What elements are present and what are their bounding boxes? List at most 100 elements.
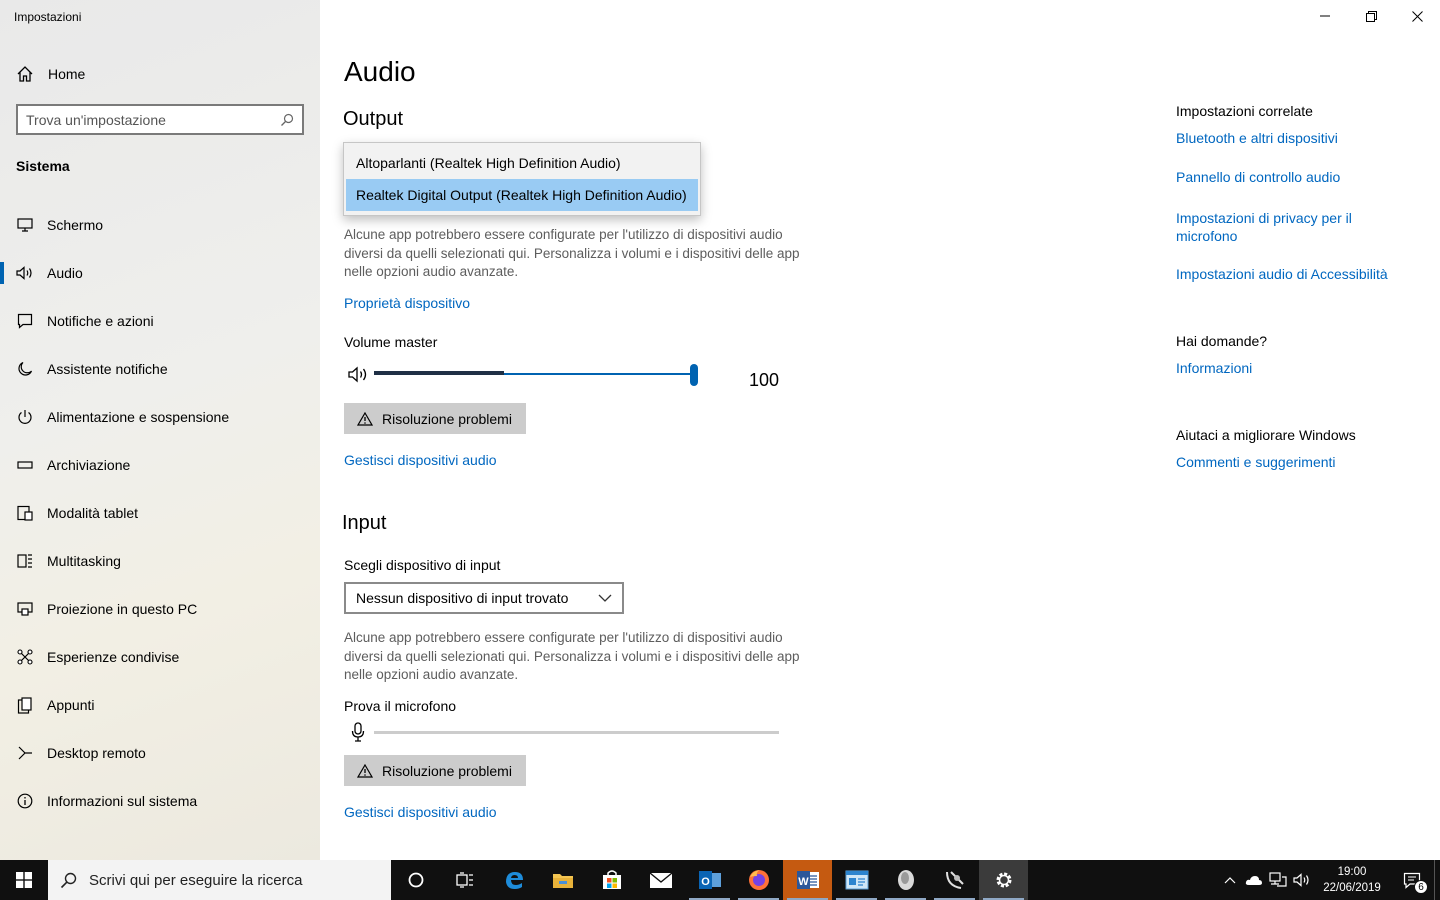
questions-heading: Hai domande? bbox=[1176, 333, 1268, 349]
warning-icon bbox=[357, 411, 373, 426]
sidebar-item-audio[interactable]: Audio bbox=[0, 249, 320, 297]
output-device-dropdown[interactable]: Altoparlanti (Realtek High Definition Au… bbox=[343, 142, 701, 216]
show-desktop-button[interactable] bbox=[1434, 860, 1440, 900]
sidebar-item-appunti[interactable]: Appunti bbox=[0, 681, 320, 729]
gear-icon bbox=[996, 872, 1011, 888]
start-button[interactable] bbox=[0, 860, 48, 900]
minimize-button[interactable] bbox=[1302, 0, 1348, 32]
windows-logo-icon bbox=[16, 872, 32, 888]
edge-icon bbox=[505, 872, 523, 889]
related-link-microphone-privacy[interactable]: Impostazioni di privacy per il microfono bbox=[1176, 209, 1376, 245]
sidebar-item-label: Appunti bbox=[47, 697, 95, 713]
microphone-level-meter bbox=[374, 731, 779, 734]
taskbar-edge[interactable] bbox=[489, 860, 538, 900]
taskbar-firefox[interactable] bbox=[734, 860, 783, 900]
input-troubleshoot-button[interactable]: Risoluzione problemi bbox=[344, 755, 526, 786]
sidebar-item-label: Multitasking bbox=[47, 553, 121, 569]
restore-button[interactable] bbox=[1348, 0, 1394, 32]
taskbar-app-satellite[interactable] bbox=[930, 860, 979, 900]
taskbar-word[interactable]: W bbox=[783, 860, 832, 900]
sidebar-item-esperienze-condivise[interactable]: Esperienze condivise bbox=[0, 633, 320, 681]
outlook-icon: O bbox=[698, 871, 721, 889]
troubleshoot-label: Risoluzione problemi bbox=[382, 762, 512, 779]
related-link-accessibility-audio[interactable]: Impostazioni audio di Accessibilità bbox=[1176, 266, 1416, 282]
sidebar-item-label: Assistente notifiche bbox=[47, 361, 168, 377]
section-label: Sistema bbox=[16, 158, 70, 174]
settings-search-input[interactable]: Trova un'impostazione bbox=[16, 104, 304, 135]
output-heading: Output bbox=[343, 108, 404, 130]
sidebar-item-multitasking[interactable]: Multitasking bbox=[0, 537, 320, 585]
remote-desktop-icon bbox=[16, 744, 34, 762]
sidebar-item-assistente-notifiche[interactable]: Assistente notifiche bbox=[0, 345, 320, 393]
taskbar-store[interactable] bbox=[587, 860, 636, 900]
taskbar-file-explorer[interactable] bbox=[538, 860, 587, 900]
sidebar-item-desktop-remoto[interactable]: Desktop remoto bbox=[0, 729, 320, 777]
moon-icon bbox=[16, 360, 34, 378]
chevron-up-icon bbox=[1224, 876, 1236, 883]
feedback-link[interactable]: Commenti e suggerimenti bbox=[1176, 454, 1336, 470]
search-icon bbox=[281, 113, 294, 126]
output-troubleshoot-button[interactable]: Risoluzione problemi bbox=[344, 403, 526, 434]
home-nav-item[interactable]: Home bbox=[16, 62, 85, 86]
satellite-icon bbox=[945, 871, 964, 889]
taskbar-search-box[interactable]: Scrivi qui per eseguire la ricerca bbox=[48, 860, 391, 900]
cloud-icon bbox=[1245, 875, 1262, 885]
speaker-icon bbox=[16, 264, 34, 282]
sidebar: Impostazioni Home Trova un'impostazione … bbox=[0, 0, 320, 860]
show-hidden-icons-button[interactable] bbox=[1218, 860, 1242, 900]
network-button[interactable] bbox=[1266, 860, 1290, 900]
related-link-audio-control-panel[interactable]: Pannello di controllo audio bbox=[1176, 169, 1416, 185]
shared-icon bbox=[16, 648, 34, 666]
output-option-selected[interactable]: Realtek Digital Output (Realtek High Def… bbox=[346, 179, 698, 211]
firefox-icon bbox=[748, 870, 769, 890]
sidebar-item-label: Notifiche e azioni bbox=[47, 313, 154, 329]
output-manage-devices-link[interactable]: Gestisci dispositivi audio bbox=[344, 452, 497, 468]
sidebar-item-informazioni[interactable]: Informazioni sul sistema bbox=[0, 777, 320, 825]
output-option[interactable]: Altoparlanti (Realtek High Definition Au… bbox=[346, 147, 698, 179]
task-view-button[interactable] bbox=[440, 860, 489, 900]
taskbar: Scrivi qui per eseguire la ricerca O W 1… bbox=[0, 860, 1440, 900]
warning-icon bbox=[357, 763, 373, 778]
input-device-select[interactable]: Nessun dispositivo di input trovato bbox=[344, 582, 624, 614]
input-device-value: Nessun dispositivo di input trovato bbox=[356, 590, 569, 606]
close-button[interactable] bbox=[1394, 0, 1440, 32]
sidebar-item-archiviazione[interactable]: Archiviazione bbox=[0, 441, 320, 489]
cortana-button[interactable] bbox=[391, 860, 440, 900]
svg-text:W: W bbox=[798, 876, 809, 888]
multitasking-icon bbox=[16, 552, 34, 570]
taskbar-app-spoon[interactable] bbox=[881, 860, 930, 900]
taskbar-outlook[interactable]: O bbox=[685, 860, 734, 900]
sidebar-item-tablet[interactable]: Modalità tablet bbox=[0, 489, 320, 537]
sidebar-item-label: Modalità tablet bbox=[47, 505, 139, 521]
related-link-bluetooth[interactable]: Bluetooth e altri dispositivi bbox=[1176, 130, 1416, 146]
volume-speaker-icon[interactable] bbox=[348, 366, 370, 388]
close-icon bbox=[1411, 10, 1423, 22]
taskbar-clock[interactable]: 19:00 22/06/2019 bbox=[1314, 864, 1390, 896]
volume-tray-button[interactable] bbox=[1290, 860, 1314, 900]
page-title: Audio bbox=[344, 56, 416, 87]
home-label: Home bbox=[48, 66, 86, 82]
chevron-down-icon bbox=[598, 594, 612, 602]
clipboard-icon bbox=[16, 696, 34, 714]
app-oval-icon bbox=[897, 870, 914, 890]
taskbar-mail[interactable] bbox=[636, 860, 685, 900]
input-manage-devices-link[interactable]: Gestisci dispositivi audio bbox=[344, 804, 497, 820]
sidebar-item-proiezione[interactable]: Proiezione in questo PC bbox=[0, 585, 320, 633]
help-link[interactable]: Informazioni bbox=[1176, 360, 1252, 376]
taskbar-app-window[interactable] bbox=[832, 860, 881, 900]
sidebar-item-notifiche[interactable]: Notifiche e azioni bbox=[0, 297, 320, 345]
restore-icon bbox=[1365, 10, 1377, 22]
network-icon bbox=[1269, 872, 1287, 887]
sidebar-item-schermo[interactable]: Schermo bbox=[0, 201, 320, 249]
sidebar-nav: Schermo Audio Notifiche e azioni Assiste… bbox=[0, 201, 320, 825]
action-center-button[interactable]: 6 bbox=[1390, 860, 1434, 900]
search-icon bbox=[60, 872, 77, 888]
minimize-icon bbox=[1320, 15, 1330, 17]
sidebar-item-alimentazione[interactable]: Alimentazione e sospensione bbox=[0, 393, 320, 441]
onedrive-button[interactable] bbox=[1242, 860, 1266, 900]
device-properties-link[interactable]: Proprietà dispositivo bbox=[344, 295, 470, 311]
volume-slider-thumb[interactable] bbox=[690, 364, 698, 386]
taskbar-settings[interactable] bbox=[979, 860, 1028, 900]
cortana-icon bbox=[408, 872, 423, 888]
storage-icon bbox=[16, 456, 34, 474]
